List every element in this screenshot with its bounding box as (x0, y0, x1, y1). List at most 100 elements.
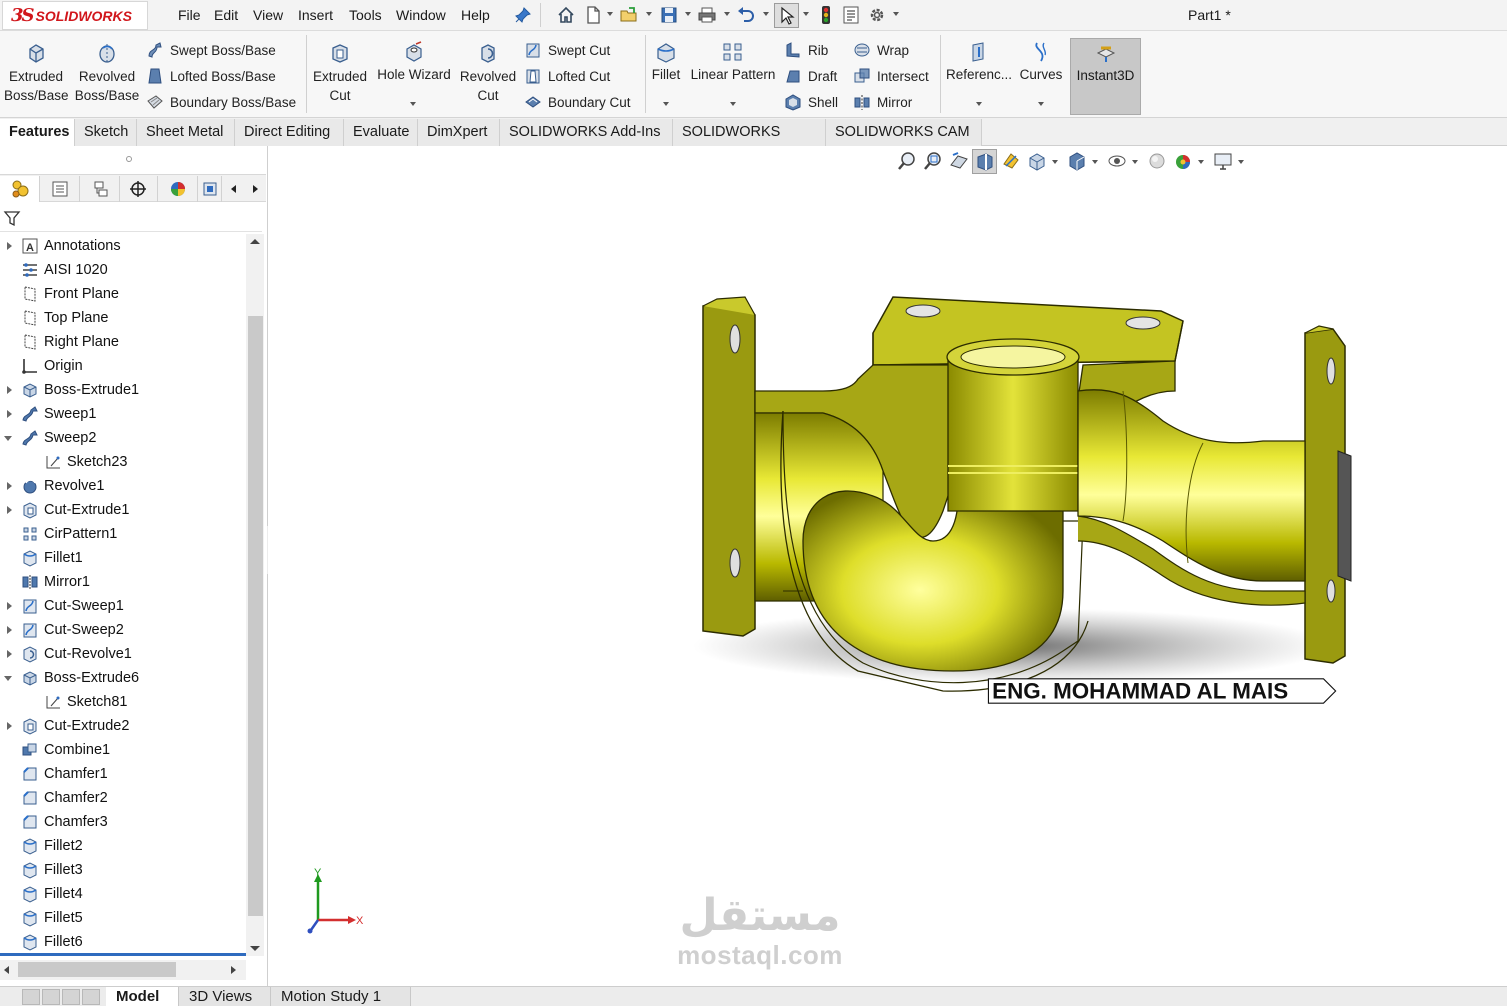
tab-3d-views[interactable]: 3D Views (179, 987, 271, 1006)
tree-node[interactable]: Sketch23 (44, 450, 127, 474)
tree-node[interactable]: AISI 1020 (21, 258, 108, 282)
hole-wizard-dropdown-arrow[interactable] (410, 102, 416, 106)
instant3d-toggle[interactable]: Instant3D (1070, 38, 1141, 115)
tab-evaluate[interactable]: Evaluate (344, 119, 418, 146)
tree-node[interactable]: Right Plane (21, 330, 119, 354)
tree-node[interactable]: Fillet1 (21, 546, 83, 570)
previous-view-icon[interactable] (948, 150, 970, 172)
tree-expand-arrow-icon[interactable] (7, 650, 12, 658)
lofted-cut-button[interactable]: Lofted Cut (524, 65, 610, 87)
reference-geometry-button[interactable]: Referenc... (944, 41, 1014, 84)
hole-wizard-button[interactable]: Hole Wizard (374, 41, 454, 84)
filter-funnel-icon[interactable] (3, 209, 21, 227)
options-dropdown-arrow[interactable] (893, 12, 899, 16)
panel-grip-handle[interactable] (126, 156, 132, 162)
tree-node[interactable]: Fillet4 (21, 882, 83, 906)
tree-node[interactable]: Combine1 (21, 738, 110, 762)
extruded-cut-button[interactable]: Extruded Cut (310, 41, 370, 105)
tree-node[interactable]: Front Plane (21, 282, 119, 306)
fillet-button[interactable]: Fillet (648, 41, 684, 84)
linear-pattern-dropdown-arrow[interactable] (730, 102, 736, 106)
tree-vertical-scroll-thumb[interactable] (248, 316, 263, 916)
tree-node[interactable]: Top Plane (21, 306, 109, 330)
display-style-icon[interactable] (1066, 150, 1088, 172)
revolved-boss-base-button[interactable]: Revolved Boss/Base (74, 41, 140, 105)
shell-button[interactable]: Shell (784, 91, 838, 113)
tree-expand-arrow-icon[interactable] (7, 410, 12, 418)
view-settings-dropdown-arrow[interactable] (1238, 160, 1244, 164)
displaymanager-tab[interactable] (158, 176, 198, 202)
apply-scene-icon[interactable] (1172, 150, 1194, 172)
hide-show-items-icon[interactable] (1106, 150, 1128, 172)
extruded-boss-base-button[interactable]: Extruded Boss/Base (4, 41, 69, 105)
undo-dropdown-arrow[interactable] (763, 12, 769, 16)
tree-node[interactable]: Cut-Extrude1 (7, 498, 129, 522)
tree-node[interactable]: Cut-Revolve1 (7, 642, 132, 666)
wrap-button[interactable]: Wrap (853, 39, 909, 61)
tree-node[interactable]: Cut-Sweep2 (7, 618, 124, 642)
tree-node[interactable]: Chamfer2 (21, 786, 108, 810)
rollback-bar[interactable] (0, 953, 246, 956)
scroll-left-icon[interactable] (4, 966, 9, 974)
tree-node[interactable]: CirPattern1 (21, 522, 117, 546)
tree-expand-arrow-icon[interactable] (7, 722, 12, 730)
new-dropdown-arrow[interactable] (607, 12, 613, 16)
view-settings-monitor-icon[interactable] (1212, 150, 1234, 172)
options-gear-icon[interactable] (867, 5, 887, 25)
menu-edit[interactable]: Edit (214, 7, 238, 23)
first-tab-arrow-icon[interactable] (22, 989, 40, 1005)
tree-expand-arrow-icon[interactable] (7, 506, 12, 514)
tree-node[interactable]: Chamfer1 (21, 762, 108, 786)
zoom-to-area-icon[interactable] (922, 150, 944, 172)
solidworks-logo[interactable]: 3S SOLIDWORKS (2, 1, 148, 30)
tree-filter-row[interactable] (0, 204, 262, 232)
last-tab-arrow-icon[interactable] (82, 989, 100, 1005)
display-style-dropdown-arrow[interactable] (1092, 160, 1098, 164)
featuremanager-tab[interactable] (0, 176, 40, 202)
print-dropdown-arrow[interactable] (724, 12, 730, 16)
edit-appearance-icon[interactable] (1146, 150, 1168, 172)
reference-dropdown-arrow[interactable] (976, 102, 982, 106)
menu-tools[interactable]: Tools (349, 7, 382, 23)
tree-node[interactable]: Boss-Extrude1 (7, 378, 139, 402)
rebuild-traffic-light-icon[interactable] (816, 5, 836, 25)
menu-view[interactable]: View (253, 7, 283, 23)
view-orientation-dropdown-arrow[interactable] (1052, 160, 1058, 164)
curves-button[interactable]: Curves (1016, 41, 1066, 84)
fillet-dropdown-arrow[interactable] (663, 102, 669, 106)
tree-node[interactable]: Fillet2 (21, 834, 83, 858)
next-tab-arrow-icon[interactable] (62, 989, 80, 1005)
tab-solidworks-cam[interactable]: SOLIDWORKS CAM (826, 119, 982, 146)
tree-expand-arrow-icon[interactable] (7, 482, 12, 490)
save-icon[interactable] (659, 5, 679, 25)
zoom-to-fit-icon[interactable] (896, 150, 918, 172)
tree-expand-arrow-icon[interactable] (7, 386, 12, 394)
tree-expand-arrow-icon[interactable] (7, 242, 12, 250)
tree-node[interactable]: Sweep1 (7, 402, 96, 426)
menu-file[interactable]: File (178, 7, 201, 23)
open-dropdown-arrow[interactable] (646, 12, 652, 16)
tree-node[interactable]: Boss-Extrude6 (4, 666, 139, 690)
tab-solidworks-addins[interactable]: SOLIDWORKS Add-Ins (500, 119, 673, 146)
hide-show-dropdown-arrow[interactable] (1132, 160, 1138, 164)
tab-navigation-arrows[interactable] (22, 989, 104, 1005)
save-dropdown-arrow[interactable] (685, 12, 691, 16)
propertymanager-tab[interactable] (40, 176, 80, 202)
file-properties-icon[interactable] (841, 5, 861, 25)
tab-direct-editing[interactable]: Direct Editing (235, 119, 344, 146)
tree-node[interactable]: Fillet5 (21, 906, 83, 930)
swept-boss-base-button[interactable]: Swept Boss/Base (146, 39, 276, 61)
section-view-button[interactable] (972, 149, 997, 174)
undo-icon[interactable] (736, 5, 756, 25)
tab-solidworks-mbd[interactable]: SOLIDWORKS MBD (673, 119, 826, 166)
scroll-down-icon[interactable] (250, 946, 260, 951)
view-orientation-icon[interactable] (1026, 150, 1048, 172)
previous-tab-arrow-icon[interactable] (42, 989, 60, 1005)
panel-scroll-left-button[interactable] (222, 176, 244, 202)
lofted-boss-base-button[interactable]: Lofted Boss/Base (146, 65, 276, 87)
tree-node[interactable]: Revolve1 (7, 474, 104, 498)
tree-node[interactable]: Origin (21, 354, 83, 378)
tree-node[interactable]: A Annotations (7, 234, 121, 258)
tree-node[interactable]: Cut-Extrude2 (7, 714, 129, 738)
linear-pattern-button[interactable]: Linear Pattern (688, 41, 778, 84)
